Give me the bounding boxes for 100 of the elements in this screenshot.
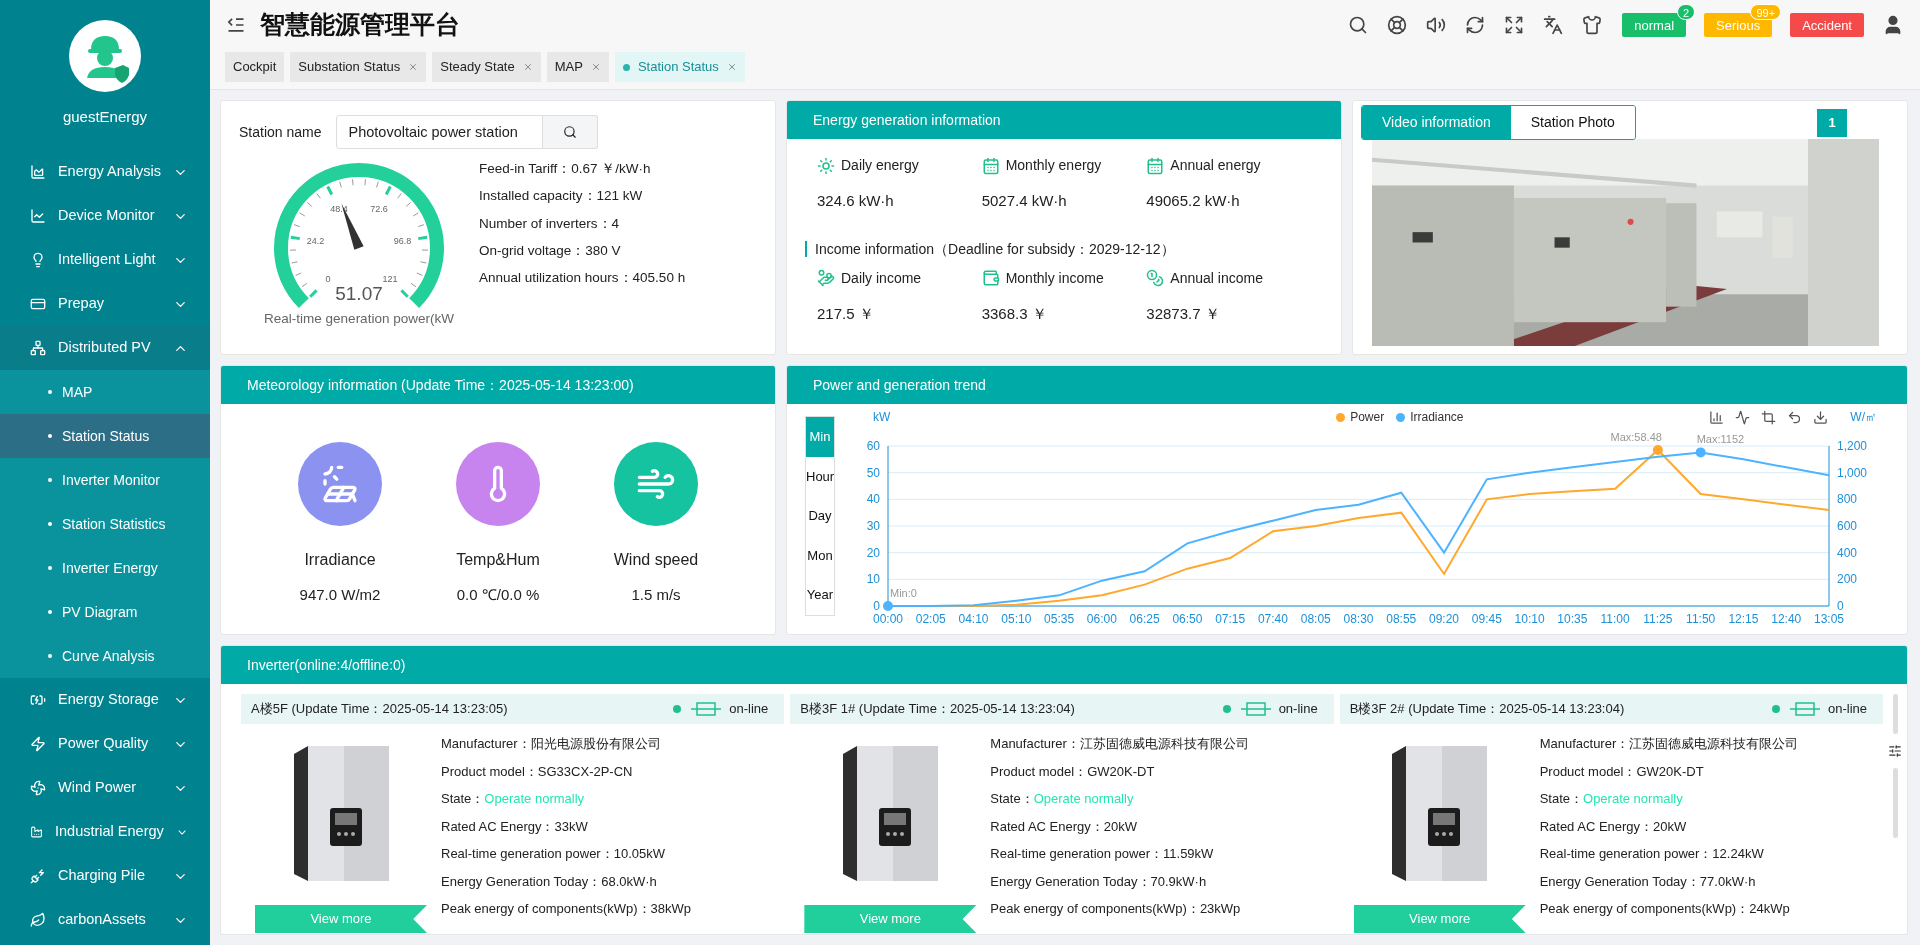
marker-dot bbox=[883, 601, 893, 611]
sidebar-item[interactable]: Prepay bbox=[0, 282, 210, 326]
inverter-field: Energy Generation Today：68.0kW·h bbox=[441, 867, 691, 895]
alarm-button[interactable]: Accident bbox=[1790, 13, 1864, 38]
x-tick-label: 07:40 bbox=[1257, 612, 1289, 626]
submenu-item[interactable]: MAP bbox=[0, 370, 210, 414]
station-name-field[interactable]: Photovoltaic power station bbox=[335, 115, 543, 149]
inverter-field: Peak energy of components(kWp)：38kWp bbox=[441, 895, 691, 923]
sidebar-item[interactable]: Distributed PV bbox=[0, 326, 210, 370]
inverter-field: State：Operate normally bbox=[990, 785, 1249, 813]
submenu-item[interactable]: Station Status bbox=[0, 414, 210, 458]
bar-chart-icon[interactable] bbox=[1709, 409, 1725, 425]
inverter-field: Real-time generation power：10.05kW bbox=[441, 840, 691, 868]
stat-value: 217.5 ￥ bbox=[817, 303, 875, 324]
bullet-icon bbox=[48, 478, 52, 482]
scrollbar[interactable] bbox=[1892, 768, 1898, 838]
sidebar-item[interactable]: Industrial Energy bbox=[0, 810, 210, 854]
page-tab[interactable]: MAP bbox=[546, 52, 609, 82]
axis-unit: kW bbox=[873, 409, 891, 426]
x-tick-label: 06:50 bbox=[1172, 612, 1203, 626]
translate-icon[interactable] bbox=[1543, 15, 1564, 35]
line-chart-icon[interactable] bbox=[1735, 409, 1751, 425]
stat-value: 32873.7 ￥ bbox=[1146, 303, 1221, 324]
submenu-item[interactable]: Curve Analysis bbox=[0, 634, 210, 678]
search-icon[interactable] bbox=[1348, 15, 1369, 35]
sidebar-item[interactable]: Intelligent Light bbox=[0, 238, 210, 282]
weather-label: Irradiance bbox=[304, 550, 376, 570]
y2-tick-label: 200 bbox=[1837, 572, 1858, 587]
weather-value: 1.5 m/s bbox=[631, 585, 681, 605]
inverter-field: Manufacturer：江苏固德威电源科技有限公司 bbox=[1539, 730, 1799, 758]
submenu-item[interactable]: Station Statistics bbox=[0, 502, 210, 546]
x-tick-label: 13:05 bbox=[1813, 612, 1845, 626]
submenu-item[interactable]: Inverter Energy bbox=[0, 546, 210, 590]
marker-dot bbox=[1652, 445, 1663, 455]
crop-icon[interactable] bbox=[1761, 409, 1777, 425]
view-tab[interactable]: Video information bbox=[1362, 106, 1511, 139]
connector-icon bbox=[691, 702, 722, 716]
x-tick-label: 12:15 bbox=[1728, 612, 1759, 626]
close-icon[interactable] bbox=[726, 62, 737, 72]
channel-button[interactable]: 1 bbox=[1817, 108, 1847, 137]
sidebar-item[interactable]: Energy Analysis bbox=[0, 150, 210, 194]
lifebuoy-icon[interactable] bbox=[1387, 15, 1408, 35]
y2-tick-label: 0 bbox=[1837, 599, 1844, 613]
marker-label: Max:58.48 bbox=[1610, 431, 1662, 443]
y2-tick-label: 1,000 bbox=[1837, 465, 1868, 480]
sidebar-item[interactable]: Charging Pile bbox=[0, 854, 210, 898]
download-icon[interactable] bbox=[1813, 409, 1829, 425]
page-tab[interactable]: Steady State bbox=[432, 52, 541, 82]
y-tick-label: 50 bbox=[866, 465, 881, 480]
bullet-icon bbox=[48, 566, 52, 570]
marker-label: Min:0 bbox=[890, 587, 917, 599]
y-tick-label: 40 bbox=[866, 492, 881, 507]
inverter-field: Peak energy of components(kWp)：24kWp bbox=[1539, 895, 1799, 923]
search-icon bbox=[562, 125, 577, 139]
x-tick-label: 10:35 bbox=[1557, 612, 1588, 626]
page-tab[interactable]: Cockpit bbox=[225, 52, 285, 82]
submenu-item[interactable]: PV Diagram bbox=[0, 590, 210, 634]
x-tick-label: 11:50 bbox=[1686, 612, 1716, 626]
inverter-field: State：Operate normally bbox=[441, 785, 691, 813]
x-tick-label: 06:00 bbox=[1086, 612, 1118, 626]
close-icon[interactable] bbox=[522, 62, 533, 72]
marker-dot bbox=[1695, 447, 1706, 458]
stat-icon bbox=[817, 156, 835, 175]
x-tick-label: 02:05 bbox=[915, 612, 947, 626]
speaker-icon[interactable] bbox=[1426, 15, 1447, 35]
sidebar-item[interactable]: carbonAssets bbox=[0, 898, 210, 942]
sidebar-item[interactable]: Energy Storage bbox=[0, 678, 210, 722]
fullscreen-icon[interactable] bbox=[1504, 15, 1525, 35]
sidebar-item[interactable]: Device Monitor bbox=[0, 194, 210, 238]
close-icon[interactable] bbox=[590, 62, 601, 72]
y2-tick-label: 800 bbox=[1837, 492, 1858, 507]
inverter-field: Real-time generation power：11.59kW bbox=[990, 840, 1249, 868]
inverter-field: State：Operate normally bbox=[1539, 785, 1799, 813]
inverter-field: Rated AC Energy：20kW bbox=[1539, 812, 1799, 840]
page-tab[interactable]: Station Status bbox=[614, 52, 745, 82]
search-button[interactable] bbox=[542, 115, 598, 149]
scrollbar[interactable] bbox=[1892, 694, 1898, 734]
page-tab[interactable]: Substation Status bbox=[290, 52, 427, 82]
panel-header: Energy generation information bbox=[787, 101, 1341, 139]
submenu-item[interactable]: Inverter Monitor bbox=[0, 458, 210, 502]
status-label: on-line bbox=[1827, 700, 1867, 719]
inverter-field: Energy Generation Today：77.0kW·h bbox=[1539, 867, 1799, 895]
close-icon[interactable] bbox=[408, 62, 419, 72]
stat-value: 49065.2 kW·h bbox=[1146, 191, 1241, 211]
range-tab[interactable]: Min bbox=[806, 417, 834, 457]
shirt-icon[interactable] bbox=[1582, 15, 1603, 35]
station-info: Feed-in Tariff：0.67 ￥/kW·h bbox=[479, 160, 652, 178]
legend-item[interactable]: Irradiance bbox=[1396, 408, 1464, 426]
bullet-icon bbox=[48, 654, 52, 658]
card-title: A楼5F (Update Time：2025-05-14 13:23:05) bbox=[251, 700, 509, 719]
sidebar-item[interactable]: Wind Power bbox=[0, 766, 210, 810]
panel-header: Inverter(online:4/offline:0) bbox=[221, 646, 1907, 684]
refresh-icon[interactable] bbox=[1465, 15, 1486, 35]
sidebar-item[interactable]: Power Quality bbox=[0, 722, 210, 766]
sliders-icon[interactable] bbox=[1888, 744, 1902, 758]
stat-label: Monthly energy bbox=[1005, 156, 1102, 175]
undo-icon[interactable] bbox=[1787, 409, 1803, 425]
x-tick-label: 06:25 bbox=[1129, 612, 1160, 626]
legend-item[interactable]: Power bbox=[1336, 408, 1385, 426]
y2-tick-label: 1,200 bbox=[1837, 439, 1868, 453]
